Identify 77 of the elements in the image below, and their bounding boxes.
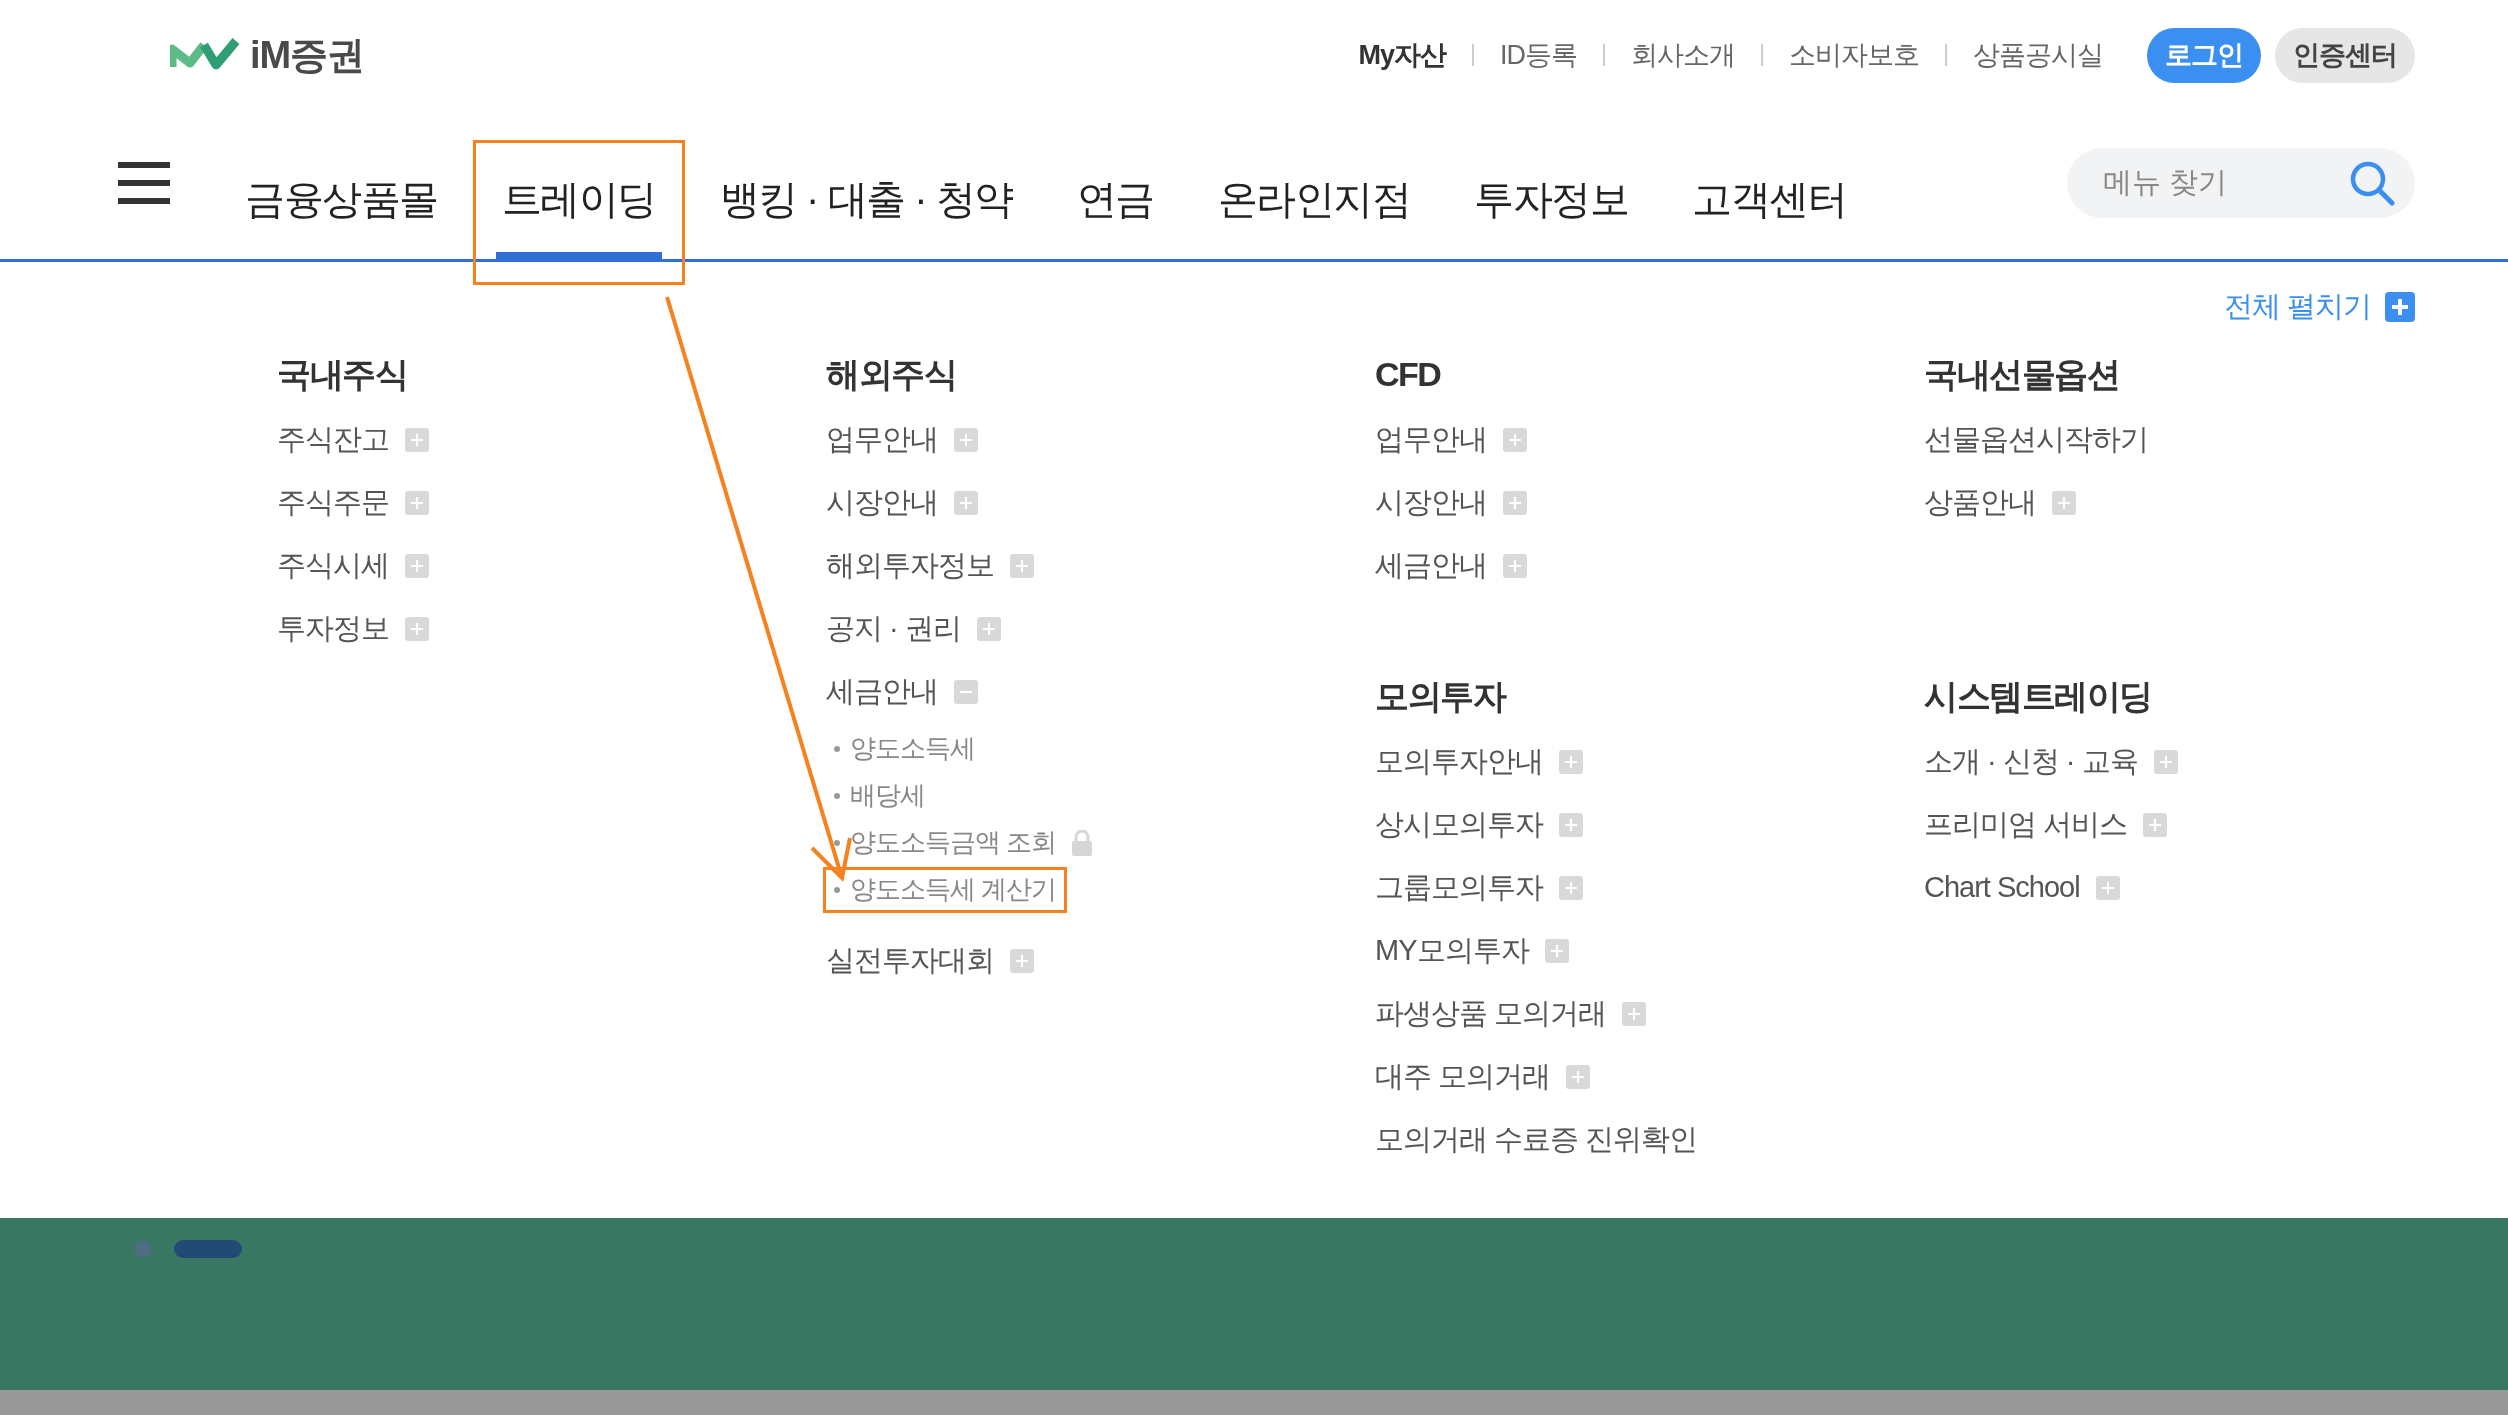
- utility-link[interactable]: My자산: [1358, 34, 1446, 76]
- plus-icon[interactable]: [1559, 749, 1583, 774]
- category-heading: 국내주식: [277, 353, 407, 395]
- nav-tab[interactable]: 트레이딩: [472, 140, 685, 285]
- menu-item[interactable]: 시장안내: [826, 480, 938, 525]
- plus-icon[interactable]: [1503, 427, 1527, 452]
- plus-icon[interactable]: [954, 427, 978, 452]
- plus-icon[interactable]: [2143, 812, 2168, 837]
- submenu-item[interactable]: 양도소득세 계산기: [823, 866, 1068, 913]
- menu-item[interactable]: 주식잔고: [277, 417, 389, 462]
- menu-item[interactable]: 투자정보: [277, 606, 389, 651]
- menu-item[interactable]: 소개 · 신청 · 교육: [1924, 739, 2138, 784]
- nav-tab[interactable]: 뱅킹 · 대출 · 청약: [690, 140, 1042, 285]
- submenu-item[interactable]: 양도소득세: [823, 725, 986, 772]
- plus-icon[interactable]: [405, 490, 429, 515]
- menu-item[interactable]: 프리미엄 서비스: [1924, 802, 2128, 847]
- plus-icon[interactable]: [1010, 948, 1034, 973]
- plus-icon[interactable]: [1503, 490, 1527, 515]
- minus-icon[interactable]: [954, 679, 978, 704]
- utility-link[interactable]: 상품공시실: [1973, 34, 2103, 76]
- menu-item[interactable]: 그룹모의투자: [1375, 865, 1543, 910]
- menu-item[interactable]: 모의투자안내: [1375, 739, 1543, 784]
- menu-item[interactable]: 업무안내: [826, 417, 938, 462]
- nav-tab[interactable]: 고객센터: [1663, 140, 1876, 285]
- menu-item[interactable]: 실전투자대회: [826, 938, 994, 983]
- plus-icon[interactable]: [976, 616, 1001, 641]
- menu-item[interactable]: 주식주문: [277, 480, 389, 525]
- menu-item[interactable]: Chart School: [1924, 865, 2080, 910]
- search-bar[interactable]: 메뉴 찾기: [2067, 148, 2415, 218]
- plus-icon[interactable]: [405, 427, 429, 452]
- menu-item[interactable]: 업무안내: [1375, 417, 1487, 462]
- search-field[interactable]: 메뉴 찾기: [2103, 161, 2349, 205]
- menu-item[interactable]: 세금안내: [1375, 543, 1487, 588]
- category-heading: CFD: [1375, 353, 1441, 395]
- submenu-item[interactable]: 양도소득금액 조회: [823, 819, 1104, 866]
- nav-tab[interactable]: 투자정보: [1445, 140, 1658, 285]
- menu-item[interactable]: 공지 · 권리: [826, 606, 961, 651]
- utility-link[interactable]: ID등록: [1500, 34, 1577, 76]
- plus-icon[interactable]: [1559, 875, 1583, 900]
- nav-tab[interactable]: 연금: [1047, 140, 1183, 285]
- certificate-center-button[interactable]: 인증센터: [2275, 27, 2415, 83]
- menu-item[interactable]: 해외투자정보: [826, 543, 994, 588]
- menu-item[interactable]: 모의거래 수료증 진위확인: [1375, 1117, 1698, 1162]
- nav-tab[interactable]: 온라인지점: [1188, 140, 1440, 285]
- menu-item[interactable]: 시장안내: [1375, 480, 1487, 525]
- menu-item[interactable]: 세금안내: [826, 669, 938, 714]
- menu-item[interactable]: 선물옵션시작하기: [1924, 417, 2148, 462]
- utility-link[interactable]: 소비자보호: [1789, 34, 1919, 76]
- plus-icon[interactable]: [1559, 812, 1583, 837]
- plus-icon[interactable]: [2052, 490, 2076, 515]
- plus-icon[interactable]: [2095, 875, 2120, 900]
- category-heading: 해외주식: [826, 353, 956, 395]
- menu-item[interactable]: 상품안내: [1924, 480, 2036, 525]
- menu-item[interactable]: 파생상품 모의거래: [1375, 991, 1607, 1036]
- logo-text: iM증권: [250, 32, 365, 78]
- plus-icon[interactable]: [1010, 553, 1034, 578]
- plus-icon[interactable]: [405, 616, 429, 641]
- category-heading: 국내선물옵션: [1924, 353, 2119, 395]
- search-icon[interactable]: [2349, 160, 2395, 206]
- plus-icon[interactable]: [1503, 553, 1527, 578]
- plus-icon[interactable]: [2385, 292, 2415, 322]
- submenu-item[interactable]: 배당세: [823, 772, 936, 819]
- menu-item[interactable]: 대주 모의거래: [1375, 1054, 1551, 1099]
- menu-item[interactable]: MY모의투자: [1375, 928, 1529, 973]
- menu-icon[interactable]: [118, 162, 170, 204]
- plus-icon[interactable]: [2153, 749, 2178, 774]
- plus-icon[interactable]: [1566, 1064, 1591, 1089]
- category-heading: 시스템트레이딩: [1924, 675, 2152, 717]
- plus-icon[interactable]: [954, 490, 978, 515]
- menu-item[interactable]: 주식시세: [277, 543, 389, 588]
- nav-tab[interactable]: 금융상품몰: [216, 140, 467, 285]
- plus-icon[interactable]: [1622, 1001, 1647, 1026]
- menu-item[interactable]: 상시모의투자: [1375, 802, 1543, 847]
- plus-icon[interactable]: [1544, 938, 1569, 963]
- plus-icon[interactable]: [405, 553, 429, 578]
- category-heading: 모의투자: [1375, 675, 1505, 717]
- utility-link[interactable]: 회사소개: [1631, 34, 1735, 76]
